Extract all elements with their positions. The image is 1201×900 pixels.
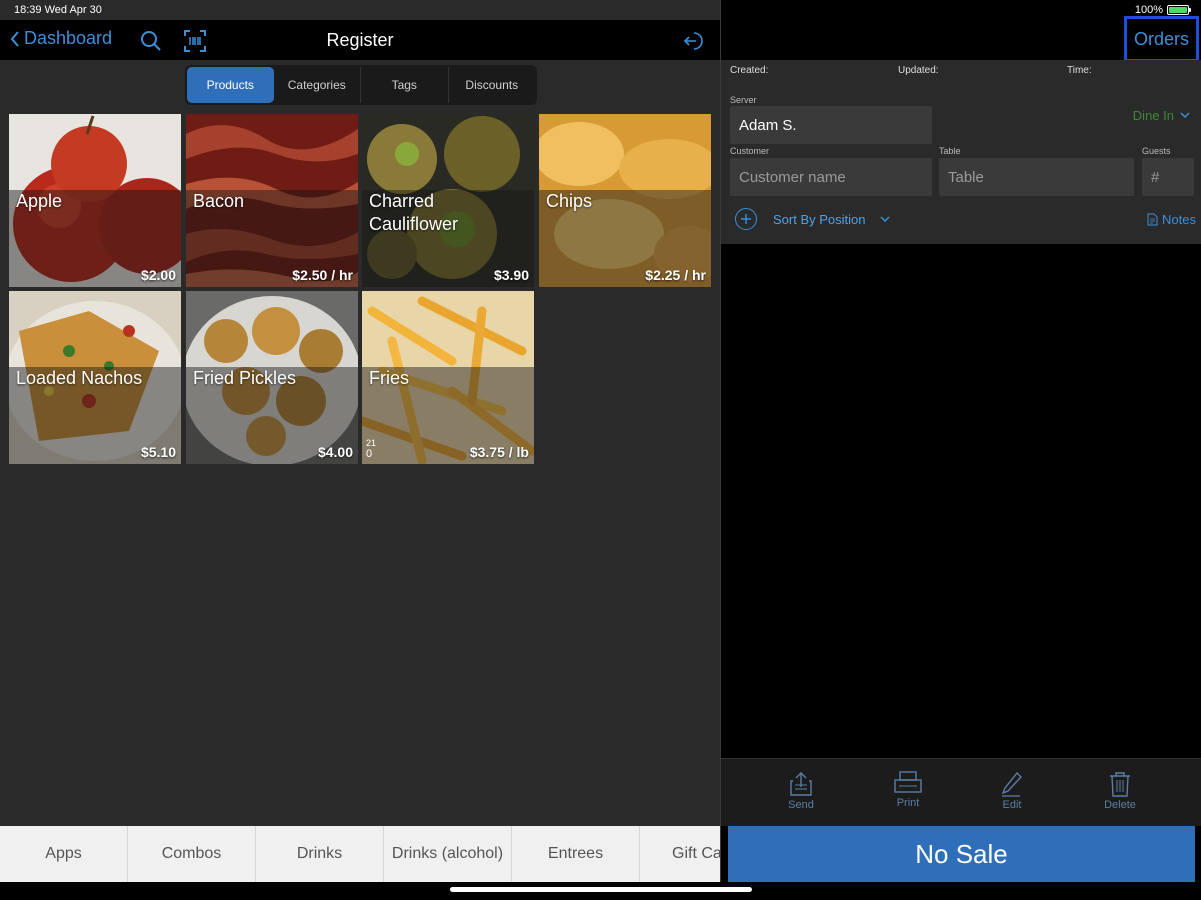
notes-label: Notes (1162, 212, 1196, 227)
register-nav-bar: Dashboard Register (0, 20, 720, 60)
product-name: Chips (546, 191, 593, 211)
product-tile-fried-pickles[interactable]: Fried Pickles $4.00 (186, 291, 358, 464)
dine-in-selector[interactable]: Dine In (1133, 108, 1190, 123)
trash-icon (1110, 772, 1130, 797)
product-price: $2.25 / hr (645, 267, 706, 283)
delete-button[interactable]: Delete (1090, 771, 1150, 811)
server-field[interactable]: Adam S. (730, 106, 932, 144)
product-price: $3.75 / lb (469, 444, 529, 460)
sort-label: Sort By Position (773, 212, 866, 227)
product-name: Charred Cauliflower (369, 191, 459, 234)
chevron-down-icon (1180, 112, 1190, 119)
barcode-scan-button[interactable] (182, 28, 208, 54)
printer-icon (894, 771, 922, 793)
status-time: 18:39 Wed Apr 30 (14, 4, 102, 16)
edit-label: Edit (1002, 799, 1022, 811)
category-entrees[interactable]: Entrees (512, 826, 640, 882)
category-gift-cards[interactable]: Gift Ca (640, 826, 720, 882)
guests-input[interactable]: # (1142, 158, 1194, 196)
send-label: Send (788, 799, 814, 811)
table-input[interactable]: Table (939, 158, 1134, 196)
tab-products[interactable]: Products (187, 67, 274, 103)
tab-discounts[interactable]: Discounts (449, 67, 536, 103)
no-sale-button[interactable]: No Sale (728, 826, 1195, 882)
register-pane: Dashboard Register Products Categories T… (0, 0, 720, 900)
product-tile-loaded-nachos[interactable]: Loaded Nachos $5.10 (9, 291, 181, 464)
updated-label: Updated: (898, 65, 939, 76)
tab-categories[interactable]: Categories (274, 67, 361, 103)
dashboard-back-button[interactable]: Dashboard (10, 28, 112, 49)
time-label: Time: (1067, 65, 1092, 76)
order-action-bar: Send Print Edit Delete (721, 758, 1201, 826)
search-icon (141, 31, 161, 51)
notes-button[interactable]: Notes (1147, 212, 1196, 227)
category-apps[interactable]: Apps (0, 826, 128, 882)
chevron-left-icon (10, 30, 19, 47)
product-name: Fries (369, 368, 409, 388)
product-tile-bacon[interactable]: Bacon $2.50 / hr (186, 114, 358, 287)
view-segmented-control: Products Categories Tags Discounts (185, 65, 537, 105)
edit-button[interactable]: Edit (982, 771, 1042, 811)
product-tile-chips[interactable]: Chips $2.25 / hr (539, 114, 711, 287)
product-price: $3.90 (493, 267, 529, 283)
send-icon (790, 772, 812, 796)
document-icon (1147, 213, 1158, 226)
search-button[interactable] (138, 28, 164, 54)
stock-badge-bottom: 0 (366, 448, 373, 460)
category-drinks[interactable]: Drinks (256, 826, 384, 882)
logout-button[interactable] (679, 28, 705, 54)
server-label: Server (730, 95, 757, 105)
home-indicator[interactable] (450, 887, 752, 892)
send-button[interactable]: Send (771, 771, 831, 811)
product-tile-apple[interactable]: Apple $2.00 (9, 114, 181, 287)
customer-name-input[interactable]: Customer name (730, 158, 932, 196)
product-tile-charred-cauliflower[interactable]: Charred Cauliflower $3.90 (362, 114, 534, 287)
status-battery: 100% (1134, 4, 1191, 16)
battery-percent: 100% (1134, 4, 1163, 16)
product-price: $5.10 (140, 444, 176, 460)
product-tile-fries[interactable]: Fries 21 0 $3.75 / lb (362, 291, 534, 464)
delete-label: Delete (1104, 799, 1136, 811)
product-price: $2.50 / hr (292, 267, 353, 283)
product-stock-badge: 21 0 (366, 438, 376, 460)
chevron-down-icon (879, 216, 890, 223)
page-title: Register (326, 30, 394, 50)
order-details-form: Server Adam S. Dine In Customer Customer… (721, 90, 1201, 244)
product-price: $4.00 (317, 444, 353, 460)
pencil-icon (1001, 771, 1022, 797)
order-meta-row: Created: Updated: Time: (721, 60, 1201, 90)
created-label: Created: (730, 65, 769, 76)
print-label: Print (896, 797, 920, 809)
guests-label: Guests (1142, 146, 1171, 156)
order-pane: Orders Created: Updated: Time: Server Ad… (720, 0, 1201, 900)
sort-selector[interactable]: Sort By Position (773, 212, 890, 227)
orders-button[interactable]: Orders (1124, 16, 1199, 62)
plus-icon (741, 214, 751, 224)
product-price: $2.00 (140, 267, 176, 283)
customer-label: Customer (730, 146, 770, 156)
dine-in-label: Dine In (1132, 108, 1174, 123)
product-name: Bacon (193, 191, 245, 211)
barcode-scan-icon (184, 30, 206, 52)
category-drinks-alcohol[interactable]: Drinks (alcohol) (384, 826, 512, 882)
add-item-button[interactable] (735, 208, 757, 230)
dashboard-back-label: Dashboard (24, 28, 113, 48)
battery-icon (1167, 5, 1191, 15)
logout-icon (683, 32, 703, 50)
product-name: Fried Pickles (193, 368, 297, 388)
product-name: Apple (16, 191, 63, 211)
category-bar: Apps Combos Drinks Drinks (alcohol) Entr… (0, 826, 720, 882)
print-button[interactable]: Print (878, 771, 938, 809)
product-name: Loaded Nachos (16, 368, 143, 388)
tab-tags[interactable]: Tags (361, 67, 449, 103)
table-label: Table (939, 146, 961, 156)
category-combos[interactable]: Combos (128, 826, 256, 882)
